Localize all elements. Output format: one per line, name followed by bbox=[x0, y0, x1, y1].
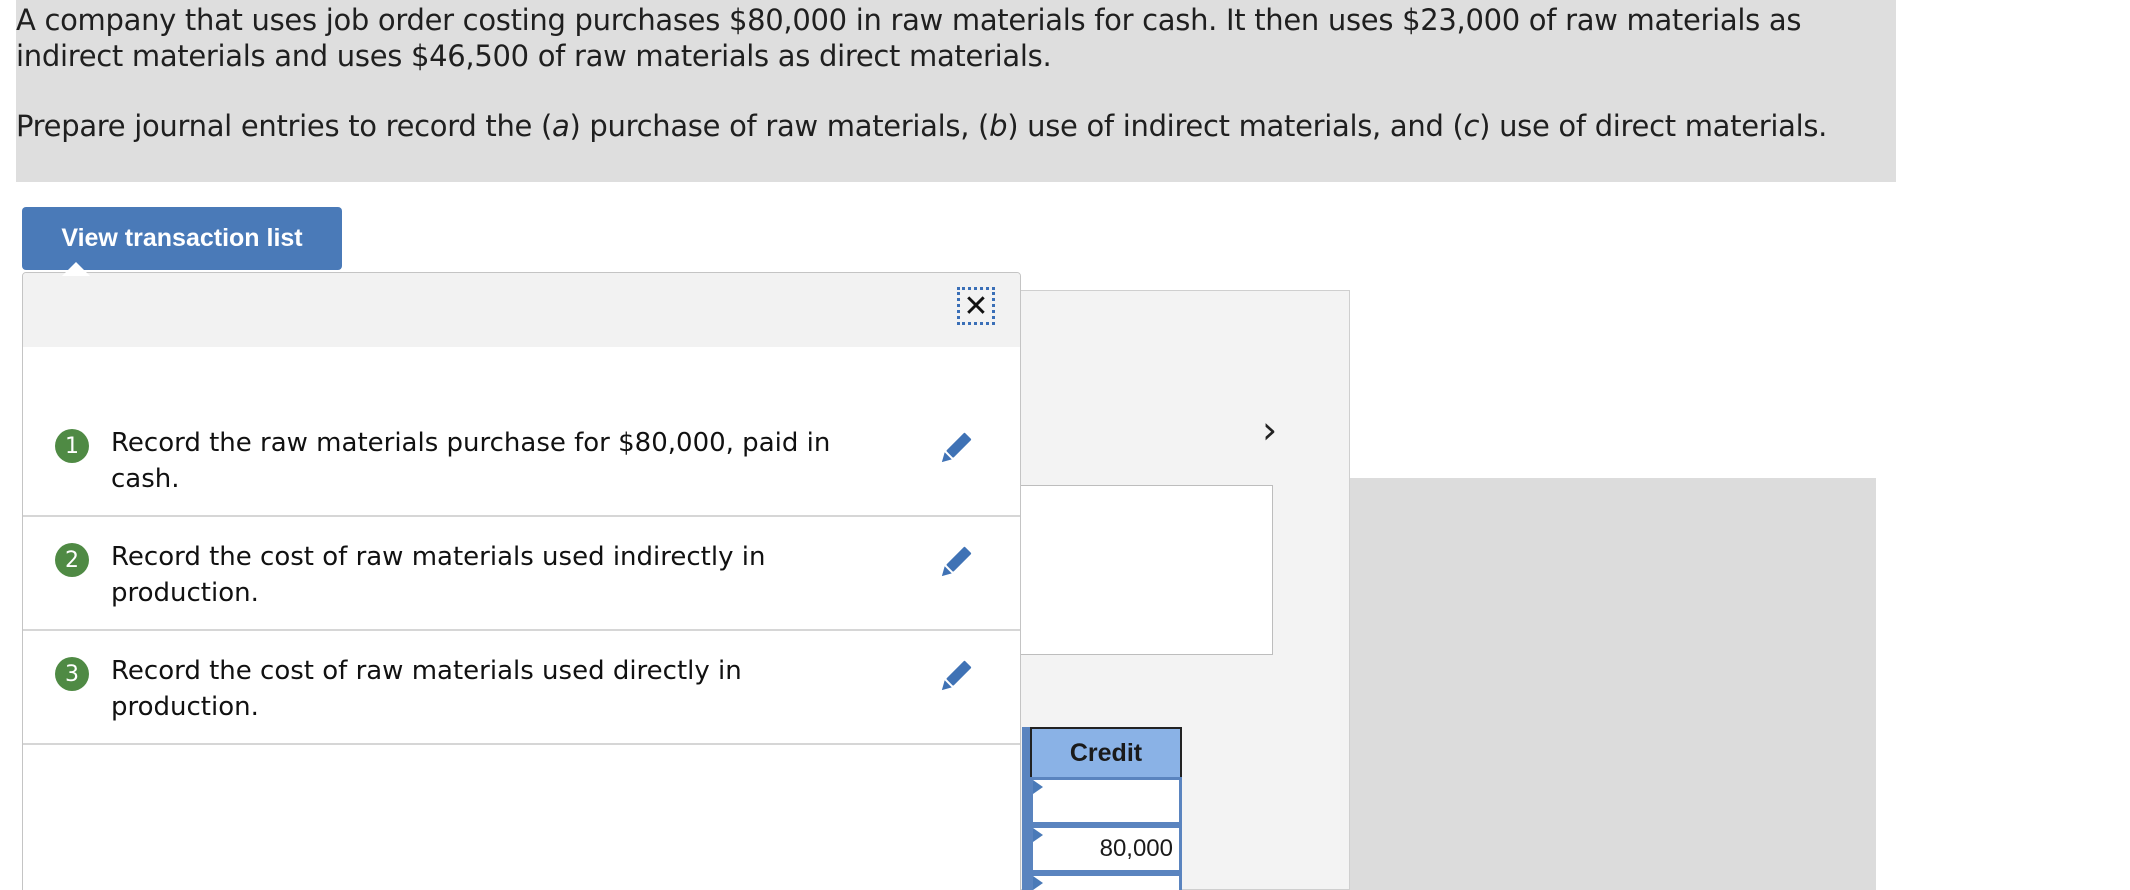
transaction-description: Record the cost of raw materials used di… bbox=[111, 656, 742, 722]
edit-pencil-icon[interactable] bbox=[935, 427, 977, 469]
part-c-letter: c bbox=[1463, 109, 1480, 143]
popup-pointer bbox=[62, 262, 90, 276]
part-b-letter: b bbox=[989, 109, 1008, 143]
journal-description-box bbox=[1010, 485, 1273, 655]
instructions-text: ) use of indirect materials, and ( bbox=[1007, 109, 1464, 143]
transaction-number-badge: 2 bbox=[55, 543, 89, 577]
transaction-list-popup: ✕ 1 Record the raw materials purchase fo… bbox=[22, 272, 1021, 890]
instructions-paragraph: Prepare journal entries to record the (a… bbox=[16, 108, 1896, 144]
transaction-item: 3 Record the cost of raw materials used … bbox=[23, 631, 1020, 745]
view-transaction-list-button[interactable]: View transaction list bbox=[22, 207, 342, 270]
close-icon[interactable]: ✕ bbox=[957, 287, 995, 325]
credit-input[interactable] bbox=[1030, 777, 1182, 825]
instructions-text: ) purchase of raw materials, ( bbox=[569, 109, 990, 143]
edit-pencil-icon[interactable] bbox=[935, 655, 977, 697]
transaction-description: Record the raw materials purchase for $8… bbox=[111, 428, 831, 494]
popup-header: ✕ bbox=[23, 273, 1020, 347]
cell-marker-icon bbox=[1033, 828, 1043, 842]
credit-input[interactable]: 80,000 bbox=[1030, 825, 1182, 873]
credit-input[interactable] bbox=[1030, 873, 1182, 890]
transaction-number-badge: 1 bbox=[55, 429, 89, 463]
cell-marker-icon bbox=[1033, 876, 1043, 890]
problem-statement: A company that uses job order costing pu… bbox=[16, 0, 1896, 182]
cell-marker-icon bbox=[1033, 780, 1043, 794]
instructions-text: Prepare journal entries to record the ( bbox=[16, 109, 553, 143]
edit-pencil-icon[interactable] bbox=[935, 541, 977, 583]
credit-column-header: Credit bbox=[1030, 727, 1182, 779]
problem-paragraph: A company that uses job order costing pu… bbox=[16, 3, 1802, 73]
transaction-description: Record the cost of raw materials used in… bbox=[111, 542, 766, 608]
chevron-right-icon[interactable]: › bbox=[1262, 410, 1292, 450]
credit-value: 80,000 bbox=[1099, 835, 1173, 862]
instructions-text: ) use of direct materials. bbox=[1479, 109, 1828, 143]
transaction-number-badge: 3 bbox=[55, 657, 89, 691]
transaction-item: 2 Record the cost of raw materials used … bbox=[23, 517, 1020, 631]
part-a-letter: a bbox=[552, 109, 570, 143]
transaction-item: 1 Record the raw materials purchase for … bbox=[23, 403, 1020, 517]
journal-side-panel bbox=[1350, 478, 1876, 890]
debit-column-edge bbox=[1022, 727, 1030, 890]
